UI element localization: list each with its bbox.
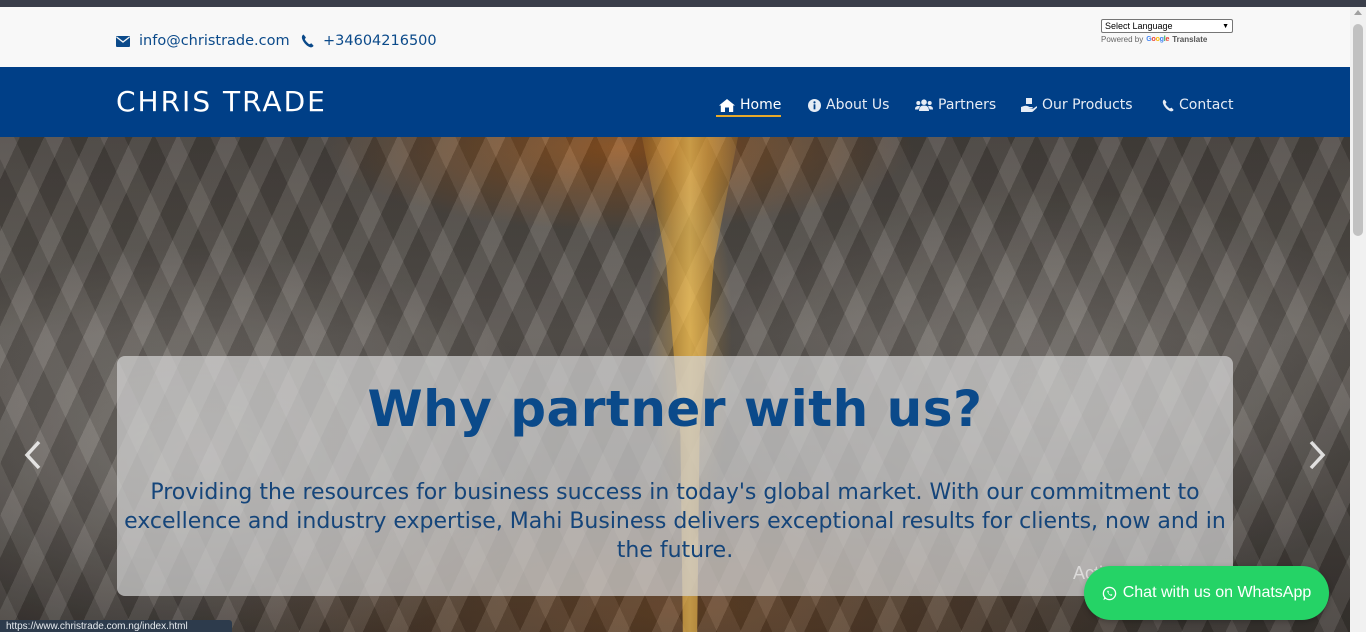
main-navbar: CHRIS TRADE Home About Us Partners Our P…	[0, 67, 1350, 137]
nav-item-about-us[interactable]: About Us	[808, 93, 889, 117]
nav-item-label: About Us	[826, 97, 890, 113]
hero-title: Why partner with us?	[367, 380, 983, 438]
translate-link[interactable]: Translate	[1172, 35, 1207, 44]
whatsapp-label: Chat with us on WhatsApp	[1122, 584, 1312, 601]
email-link[interactable]: info@christrade.com	[116, 31, 290, 51]
page-scrollbar[interactable]	[1350, 7, 1366, 632]
scroll-up-arrow-icon[interactable]	[1354, 10, 1362, 15]
info-circle-icon	[808, 98, 821, 112]
users-icon	[915, 99, 933, 111]
chevron-left-icon	[24, 440, 41, 470]
google-logo: Google	[1146, 36, 1170, 43]
carousel-prev-button[interactable]	[18, 437, 48, 473]
active-nav-underline	[716, 115, 781, 117]
top-info-bar: info@christrade.com +34604216500 Select …	[0, 7, 1350, 67]
phone-icon	[301, 34, 314, 48]
nav-item-label: Contact	[1179, 97, 1234, 113]
nav-item-home[interactable]: Home	[719, 93, 781, 117]
phone-icon	[1162, 99, 1174, 111]
powered-by-google: Powered by Google Translate	[1101, 35, 1233, 44]
home-icon	[719, 98, 735, 112]
phone-link[interactable]: +34604216500	[301, 31, 437, 51]
nav-item-our-products[interactable]: Our Products	[1021, 93, 1133, 117]
chevron-right-icon	[1309, 440, 1326, 470]
hero-carousel: Why partner with us? Providing the resou…	[0, 137, 1350, 632]
powered-by-text: Powered by	[1101, 35, 1144, 44]
nav-item-label: Our Products	[1042, 97, 1133, 113]
chevron-down-icon: ▼	[1222, 22, 1229, 30]
language-select-label: Select Language	[1105, 21, 1173, 31]
hero-description: Providing the resources for business suc…	[124, 480, 1226, 563]
language-select[interactable]: Select Language ▼	[1101, 19, 1233, 33]
google-translate-widget: Select Language ▼ Powered by Google Tran…	[1101, 19, 1233, 44]
envelope-icon	[116, 35, 130, 47]
site-brand[interactable]: CHRIS TRADE	[116, 85, 327, 118]
nav-item-contact[interactable]: Contact	[1162, 93, 1233, 117]
hand-box-icon	[1021, 98, 1037, 112]
status-bar-url: https://www.christrade.com.ng/index.html	[0, 620, 232, 632]
scrollbar-thumb[interactable]	[1353, 24, 1363, 236]
phone-text: +34604216500	[323, 33, 437, 49]
nav-item-label: Partners	[938, 97, 997, 113]
whatsapp-icon	[1102, 586, 1116, 600]
carousel-next-button[interactable]	[1302, 437, 1332, 473]
nav-item-label: Home	[740, 97, 782, 113]
email-text: info@christrade.com	[139, 33, 290, 49]
hero-caption: Why partner with us? Providing the resou…	[117, 356, 1233, 596]
nav-item-partners[interactable]: Partners	[915, 93, 996, 117]
whatsapp-chat-button[interactable]: Chat with us on WhatsApp	[1084, 566, 1329, 620]
browser-top-strip	[0, 0, 1366, 7]
